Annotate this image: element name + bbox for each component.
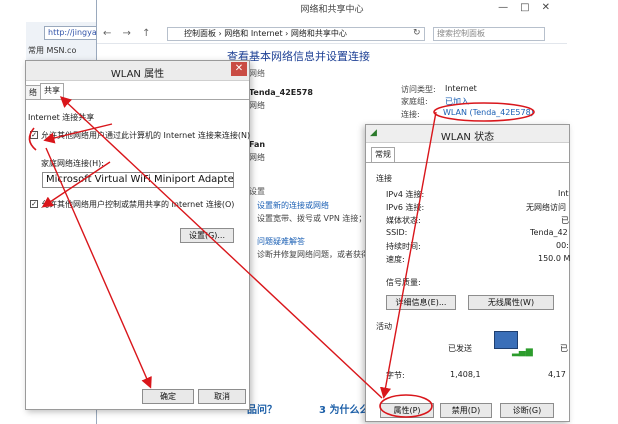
annotation-overlay bbox=[28, 96, 535, 418]
properties-circle bbox=[379, 394, 433, 418]
checkbox-circle bbox=[28, 127, 37, 151]
arrow-to-ok-button bbox=[45, 147, 152, 389]
arrow-to-properties bbox=[380, 111, 437, 399]
arrow-to-sharing-tab bbox=[59, 96, 383, 399]
arrow-to-allow-checkbox bbox=[43, 123, 113, 144]
connection-circle bbox=[433, 102, 535, 122]
arrow-to-home-conn bbox=[41, 161, 111, 208]
